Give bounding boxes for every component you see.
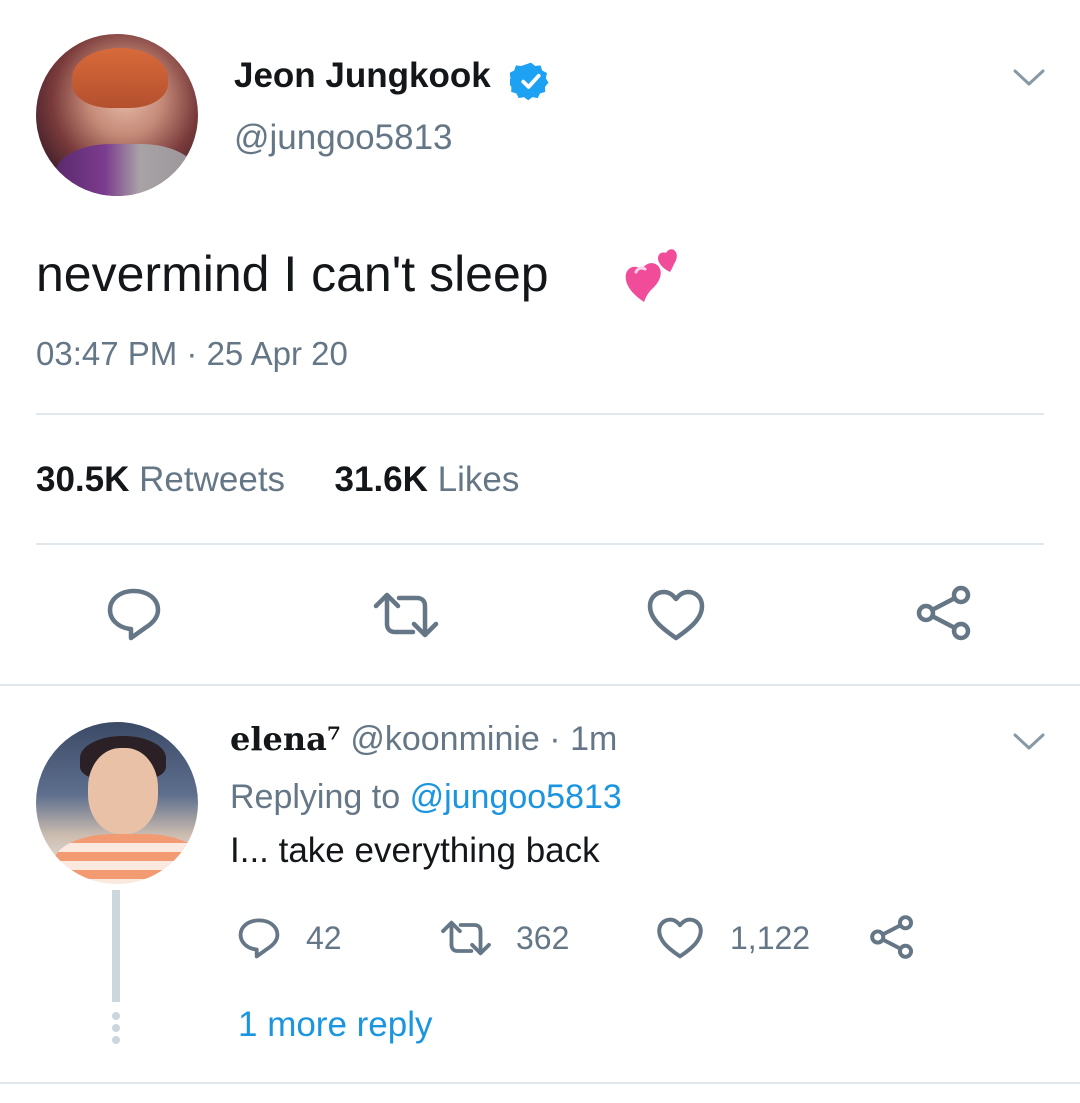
two-hearts-emoji-icon (625, 249, 677, 302)
reply-header: elena⁷ @koonminie · 1m (230, 718, 617, 760)
author-handle[interactable]: @jungoo5813 (234, 118, 453, 158)
divider (36, 413, 1044, 415)
reply-retweet-count: 362 (516, 920, 570, 956)
retweet-icon[interactable] (440, 918, 492, 958)
chevron-down-icon[interactable] (1012, 732, 1046, 752)
avatar-shirt (56, 144, 196, 196)
like-count[interactable]: 31.6K (335, 460, 428, 499)
author-display-name[interactable]: Jeon Jungkook (234, 56, 491, 96)
reply-icon[interactable] (236, 916, 282, 960)
reply-author-handle[interactable]: @koonminie (350, 720, 540, 758)
avatar-hair (72, 48, 168, 108)
reply-icon[interactable] (104, 586, 164, 642)
section-divider (0, 1082, 1080, 1084)
thread-dot (112, 1036, 120, 1044)
replying-to-line: Replying to @jungoo5813 (230, 776, 622, 818)
thread-dot (112, 1024, 120, 1032)
avatar-face (88, 748, 158, 834)
retweet-icon[interactable] (372, 590, 440, 640)
tweet-stats: 30.5K Retweets 31.6K Likes (36, 459, 519, 501)
tweet-text: nevermind I can't sleep (36, 246, 549, 302)
replying-to-mention[interactable]: @jungoo5813 (410, 778, 622, 816)
reply-reply-count: 42 (306, 920, 342, 956)
share-icon[interactable] (868, 914, 916, 960)
more-replies-link[interactable]: 1 more reply (238, 1004, 433, 1046)
like-icon[interactable] (646, 588, 706, 642)
section-divider (0, 684, 1080, 686)
like-icon[interactable] (656, 916, 704, 960)
likes-label[interactable]: Likes (438, 460, 520, 499)
chevron-down-icon[interactable] (1012, 68, 1046, 88)
reply-like-count: 1,122 (730, 920, 811, 956)
reply-time[interactable]: · 1m (549, 720, 617, 758)
share-icon[interactable] (914, 584, 974, 642)
verified-badge-icon (510, 62, 549, 101)
thread-line (112, 890, 120, 1002)
tweet-timestamp[interactable]: 03:47 PM · 25 Apr 20 (36, 334, 348, 374)
replying-to-label: Replying to (230, 778, 401, 816)
retweets-label[interactable]: Retweets (139, 460, 285, 499)
retweet-count[interactable]: 30.5K (36, 460, 129, 499)
reply-author-display-name[interactable]: elena⁷ (230, 720, 341, 758)
reply-text: I... take everything back (230, 831, 600, 870)
divider (36, 543, 1044, 545)
thread-dot (112, 1012, 120, 1020)
author-avatar[interactable] (36, 34, 198, 196)
reply-author-avatar[interactable] (36, 722, 198, 884)
avatar-shirt (54, 834, 198, 884)
